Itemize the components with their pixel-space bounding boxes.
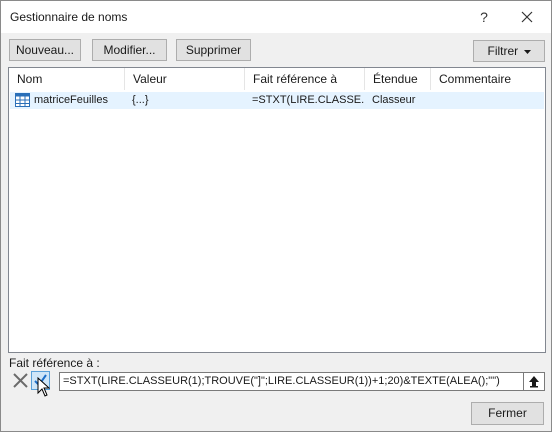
new-button-label: Nouveau... [15, 43, 75, 57]
collapse-arrow-icon [529, 376, 539, 388]
close-icon [521, 11, 533, 23]
dialog-title: Gestionnaire de noms [10, 10, 128, 24]
close-button-label: Fermer [488, 406, 527, 420]
list-header: Nom Valeur Fait référence à Étendue Comm… [9, 68, 545, 90]
title-bar: Gestionnaire de noms ? [1, 1, 551, 33]
close-button[interactable]: Fermer [471, 402, 544, 425]
close-window-button[interactable] [506, 1, 548, 33]
refers-to-formula-input[interactable]: =STXT(LIRE.CLASSEUR(1);TROUVE("]";LIRE.C… [59, 372, 527, 391]
row-value: {...} [132, 94, 149, 106]
named-range-grid-icon [15, 93, 30, 107]
column-header-comment[interactable]: Commentaire [431, 68, 545, 90]
delete-button-label: Supprimer [185, 43, 242, 57]
column-header-value[interactable]: Valeur [125, 68, 245, 90]
edit-button[interactable]: Modifier... [92, 39, 167, 61]
help-icon: ? [480, 9, 488, 25]
new-button[interactable]: Nouveau... [9, 39, 81, 61]
refers-to-label: Fait référence à : [9, 356, 100, 370]
edit-button-label: Modifier... [103, 43, 156, 57]
help-button[interactable]: ? [463, 1, 505, 33]
cancel-x-icon [13, 373, 28, 388]
row-refers-to: =STXT(LIRE.CLASSE... [252, 94, 364, 106]
filter-button-label: Filtrer [487, 44, 519, 58]
collapse-dialog-button[interactable] [523, 372, 545, 391]
names-list[interactable]: Nom Valeur Fait référence à Étendue Comm… [8, 67, 546, 353]
row-scope: Classeur [372, 94, 416, 106]
dropdown-arrow-icon [523, 49, 531, 54]
column-header-refers-to[interactable]: Fait référence à [245, 68, 365, 90]
delete-button[interactable]: Supprimer [176, 39, 251, 61]
cancel-edit-button[interactable] [11, 371, 30, 390]
mouse-pointer-icon [37, 377, 50, 397]
filter-button[interactable]: Filtrer [473, 40, 545, 62]
row-name: matriceFeuilles [34, 94, 108, 106]
column-header-name[interactable]: Nom [9, 68, 125, 90]
table-row[interactable]: matriceFeuilles {...} =STXT(LIRE.CLASSE.… [10, 92, 544, 109]
column-header-scope[interactable]: Étendue [365, 68, 431, 90]
name-manager-dialog: Gestionnaire de noms ? Nouveau... Modifi… [0, 0, 552, 432]
row-comment [438, 92, 538, 109]
